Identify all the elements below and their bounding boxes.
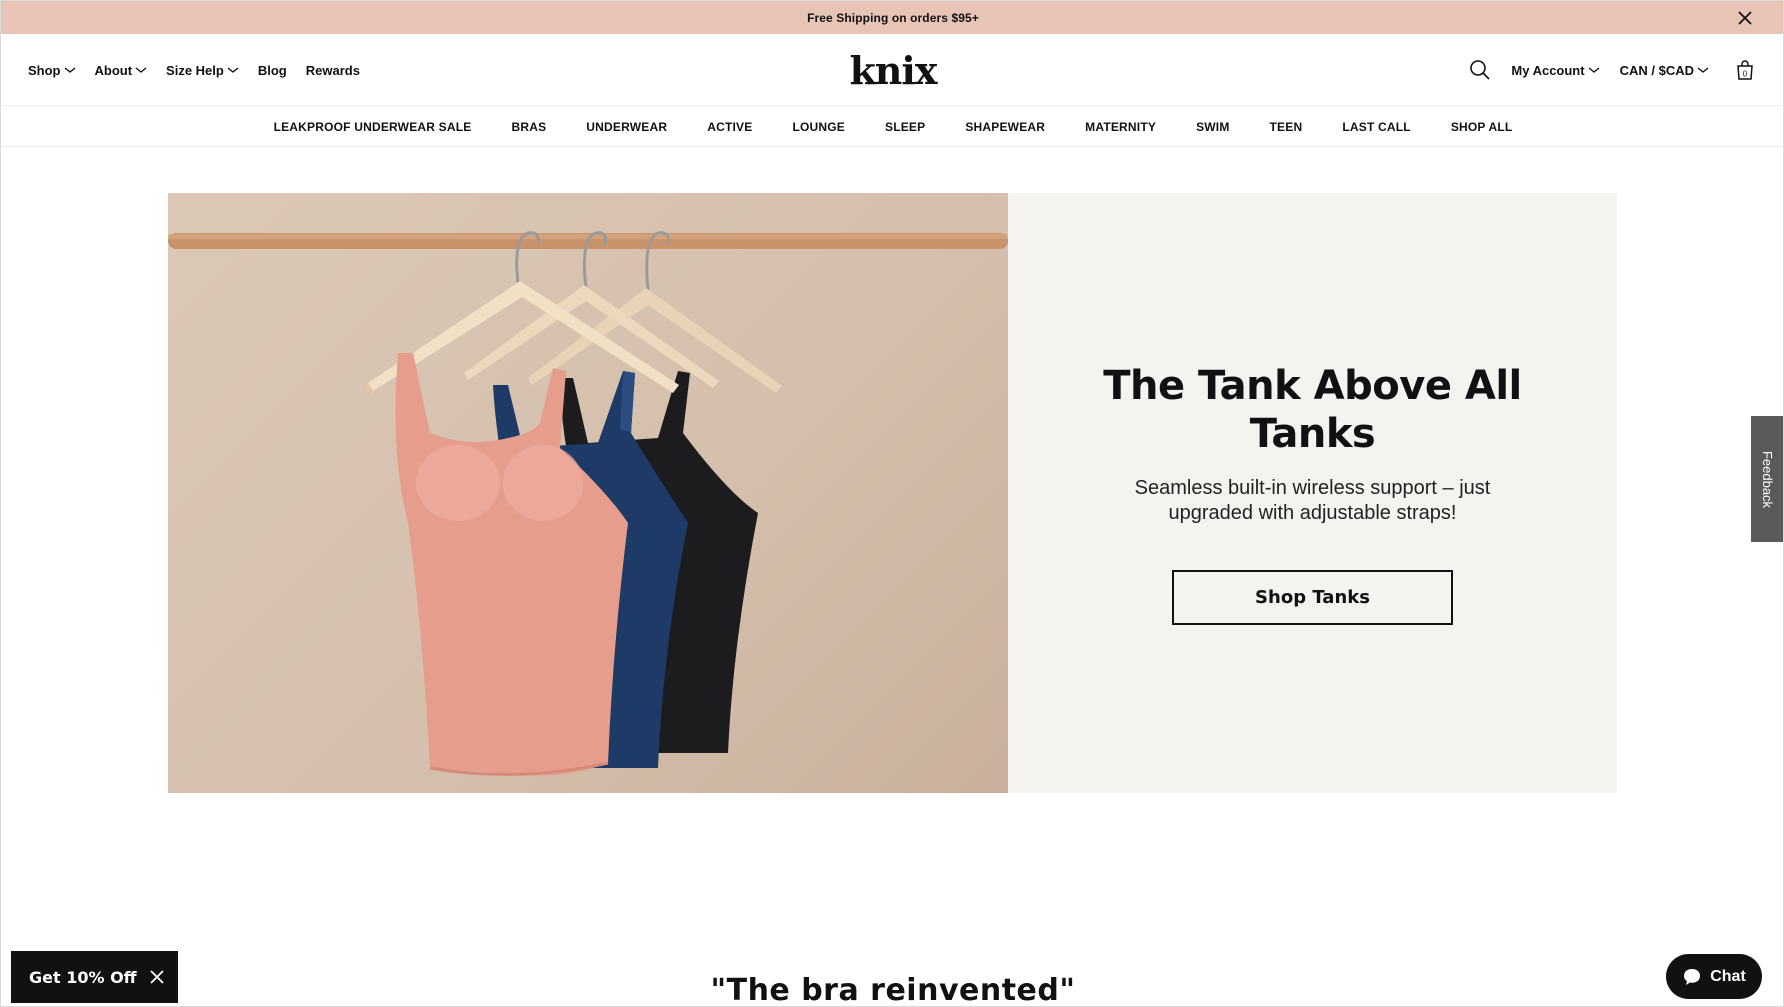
announcement-text: Free Shipping on orders $95+: [807, 10, 979, 25]
chevron-down-icon: [227, 67, 239, 73]
nav-shop[interactable]: Shop: [28, 63, 76, 78]
currency-selector[interactable]: CAN / $CAD: [1620, 63, 1709, 78]
nav-blog-label: Blog: [257, 62, 287, 78]
nav-about-label: About: [94, 62, 133, 78]
nav-size-help-label: Size Help: [166, 62, 224, 78]
feedback-label: Feedback: [1760, 450, 1776, 508]
category-bras[interactable]: BRAS: [511, 120, 546, 134]
nav-blog[interactable]: Blog: [258, 63, 287, 78]
site-header: Shop About Size Help Blog Rewards knix M…: [1, 34, 1783, 106]
nav-shop-label: Shop: [28, 62, 61, 78]
hero-image[interactable]: [168, 193, 1008, 793]
currency-label: CAN / $CAD: [1619, 62, 1694, 78]
hero-text-panel: The Tank Above All Tanks Seamless built-…: [1008, 193, 1617, 793]
chevron-down-icon: [64, 67, 75, 73]
cart-count: 0: [1743, 70, 1748, 79]
chevron-down-icon: [135, 67, 147, 73]
category-swim[interactable]: SWIM: [1196, 120, 1229, 134]
primary-nav: Shop About Size Help Blog Rewards: [28, 34, 379, 106]
category-shop-all[interactable]: SHOP ALL: [1451, 120, 1513, 134]
category-last-call[interactable]: LAST CALL: [1342, 120, 1410, 134]
category-shapewear[interactable]: SHAPEWEAR: [965, 120, 1045, 134]
hero-banner: The Tank Above All Tanks Seamless built-…: [168, 193, 1617, 793]
chat-bubble-icon: [1684, 968, 1701, 985]
nav-rewards-label: Rewards: [305, 62, 360, 78]
category-leakproof-underwear-sale[interactable]: LEAKPROOF UNDERWEAR SALE: [274, 120, 472, 134]
page: Free Shipping on orders $95+ Shop About …: [0, 0, 1784, 1007]
chat-button[interactable]: Chat: [1666, 954, 1762, 999]
shop-tanks-button[interactable]: Shop Tanks: [1172, 569, 1453, 625]
discount-label: Get 10% Off: [29, 967, 137, 987]
my-account-label: My Account: [1511, 62, 1585, 78]
section-heading: "The bra reinvented": [710, 973, 1076, 1007]
nav-size-help[interactable]: Size Help: [166, 63, 239, 78]
category-sleep[interactable]: SLEEP: [885, 120, 925, 134]
chevron-down-icon: [1588, 67, 1600, 73]
tanks-on-hangers-illustration: [168, 231, 1008, 776]
announcement-bar: Free Shipping on orders $95+: [1, 1, 1783, 34]
search-icon[interactable]: [1469, 59, 1491, 81]
category-teen[interactable]: TEEN: [1270, 120, 1303, 134]
hero-subtitle: Seamless built-in wireless support – jus…: [1134, 476, 1491, 524]
shopping-bag-icon[interactable]: 0: [1735, 59, 1755, 81]
category-active[interactable]: ACTIVE: [707, 120, 752, 134]
category-maternity[interactable]: MATERNITY: [1085, 120, 1156, 134]
knix-logo[interactable]: knix: [849, 48, 937, 93]
close-icon[interactable]: [148, 968, 166, 986]
nav-rewards[interactable]: Rewards: [306, 63, 360, 78]
close-icon[interactable]: [1735, 8, 1755, 28]
nav-about[interactable]: About: [95, 63, 148, 78]
feedback-tab[interactable]: Feedback: [1751, 416, 1783, 542]
discount-popup-button[interactable]: Get 10% Off: [11, 951, 178, 1003]
chevron-down-icon: [1697, 67, 1709, 73]
utility-nav: My Account CAN / $CAD 0: [1469, 34, 1755, 106]
hero-title: The Tank Above All Tanks: [1103, 362, 1522, 457]
my-account-menu[interactable]: My Account: [1511, 62, 1600, 78]
category-underwear[interactable]: UNDERWEAR: [586, 120, 667, 134]
category-lounge[interactable]: LOUNGE: [792, 120, 845, 134]
chat-label: Chat: [1710, 967, 1746, 985]
category-nav: LEAKPROOF UNDERWEAR SALE BRAS UNDERWEAR …: [1, 107, 1783, 147]
